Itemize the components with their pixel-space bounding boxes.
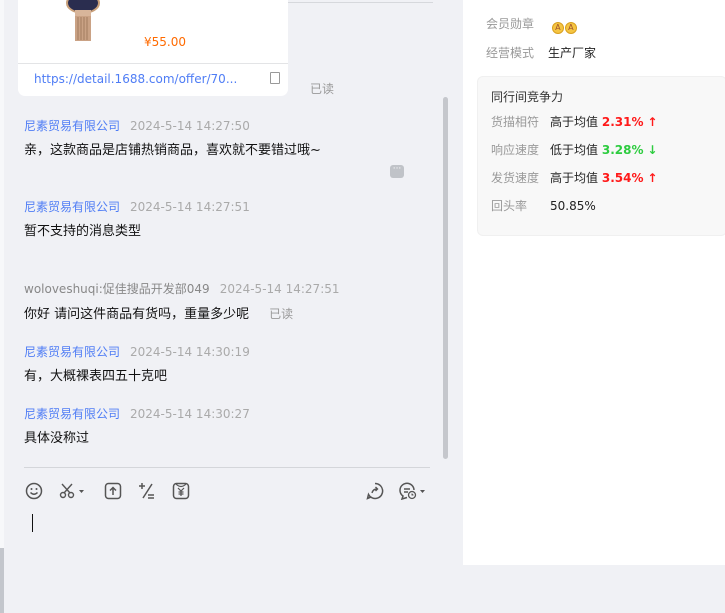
- competition-row: 发货速度 高于均值 3.54% ↑: [491, 169, 657, 186]
- member-badge-icon: A: [564, 22, 577, 34]
- product-card[interactable]: ¥55.00 https://detail.1688.com/offer/70.…: [18, 0, 288, 96]
- screenshot-scissors-icon[interactable]: [59, 482, 87, 500]
- business-mode-row: 经营模式 生产厂家: [486, 44, 596, 61]
- metric-label: 响应速度: [491, 143, 540, 157]
- mode-value: 生产厂家: [548, 46, 597, 60]
- member-badge-row: 会员勋章 AA: [486, 15, 578, 34]
- chat-scrollbar[interactable]: [443, 97, 448, 459]
- arrow-down-icon: ↓: [647, 143, 658, 157]
- message: 尼素贸易有限公司 2024-5-14 14:30:27 具体没称过: [24, 405, 250, 448]
- chat-panel: ¥55.00 https://detail.1688.com/offer/70.…: [4, 0, 450, 613]
- timestamp: 2024-5-14 14:27:50: [130, 119, 250, 133]
- metric-compare: 低于均值: [550, 143, 599, 157]
- metric-value: 2.31%: [601, 115, 644, 129]
- divider: [24, 467, 430, 468]
- product-image: [66, 0, 100, 41]
- metric-compare: 高于均值: [550, 115, 599, 129]
- product-link[interactable]: https://detail.1688.com/offer/70...: [34, 72, 237, 86]
- timestamp: 2024-5-14 14:27:51: [219, 282, 340, 296]
- message-text: 暂不支持的消息类型: [24, 224, 142, 239]
- metric-value: 3.28%: [601, 143, 644, 157]
- metric-value: 50.85%: [550, 199, 596, 213]
- upload-file-icon[interactable]: [104, 482, 122, 500]
- metric-label: 发货速度: [491, 171, 540, 185]
- message: 尼素贸易有限公司 2024-5-14 14:30:19 有，大概裸表四五十克吧: [24, 343, 250, 386]
- read-status: 已读: [310, 82, 335, 96]
- forward-icon[interactable]: [366, 482, 384, 500]
- sender-name[interactable]: 尼素贸易有限公司: [24, 119, 120, 133]
- arrow-up-icon: ↑: [647, 171, 658, 185]
- quick-reply-icon[interactable]: [399, 482, 427, 500]
- message-text: 你好 请问这件商品有货吗，重量多少呢 已读: [24, 305, 340, 324]
- member-badge-icon: A: [551, 22, 564, 34]
- message: 尼素贸易有限公司 2024-5-14 14:27:50 亲，这款商品是店铺热销商品…: [24, 117, 344, 160]
- message: 尼素贸易有限公司 2024-5-14 14:27:51 暂不支持的消息类型: [24, 198, 250, 241]
- timestamp: 2024-5-14 14:30:27: [130, 407, 250, 421]
- emoji-icon[interactable]: [25, 482, 43, 500]
- sender-name[interactable]: 尼素贸易有限公司: [24, 200, 120, 214]
- calculator-icon[interactable]: [138, 482, 156, 500]
- timestamp: 2024-5-14 14:30:19: [130, 345, 250, 359]
- sender-name[interactable]: woloveshuqi:促佳搜品开发部049: [24, 282, 210, 296]
- message-body: 你好 请问这件商品有货吗，重量多少呢: [24, 307, 250, 322]
- shop-info-panel: 会员勋章 AA 经营模式 生产厂家 同行间竞争力 货描相符 高于均值 2.31% ↑…: [463, 0, 725, 565]
- timestamp: 2024-5-14 14:27:51: [130, 200, 250, 214]
- sender-name[interactable]: 尼素贸易有限公司: [24, 407, 120, 421]
- competition-card: 同行间竞争力 货描相符 高于均值 2.31% ↑ 响应速度 低于均值 3.28% ↓…: [477, 76, 725, 236]
- message-input-caret[interactable]: [32, 514, 33, 532]
- sender-name[interactable]: 尼素贸易有限公司: [24, 345, 120, 359]
- arrow-up-icon: ↑: [647, 115, 658, 129]
- read-status: 已读: [269, 307, 294, 321]
- competition-title: 同行间竞争力: [491, 90, 564, 104]
- metric-label: 回头率: [491, 199, 528, 213]
- more-icon[interactable]: ···: [390, 165, 404, 178]
- mode-label: 经营模式: [486, 46, 535, 60]
- price-tag-icon[interactable]: [172, 482, 190, 500]
- badge-label: 会员勋章: [486, 17, 535, 31]
- metric-value: 3.54%: [601, 171, 644, 185]
- divider: [18, 63, 288, 64]
- competition-row: 响应速度 低于均值 3.28% ↓: [491, 141, 657, 158]
- message-text: 具体没称过: [24, 431, 90, 446]
- repeat-rate-row: 回头率 50.85%: [491, 197, 596, 214]
- metric-label: 货描相符: [491, 115, 540, 129]
- competition-row: 货描相符 高于均值 2.31% ↑: [491, 113, 657, 130]
- copy-icon[interactable]: [270, 72, 280, 84]
- message-text: 亲，这款商品是店铺热销商品，喜欢就不要错过哦~: [24, 143, 321, 158]
- product-price: ¥55.00: [144, 35, 186, 49]
- message: woloveshuqi:促佳搜品开发部049 2024-5-14 14:27:51…: [24, 280, 340, 324]
- metric-compare: 高于均值: [550, 171, 599, 185]
- message-text: 有，大概裸表四五十克吧: [24, 369, 168, 384]
